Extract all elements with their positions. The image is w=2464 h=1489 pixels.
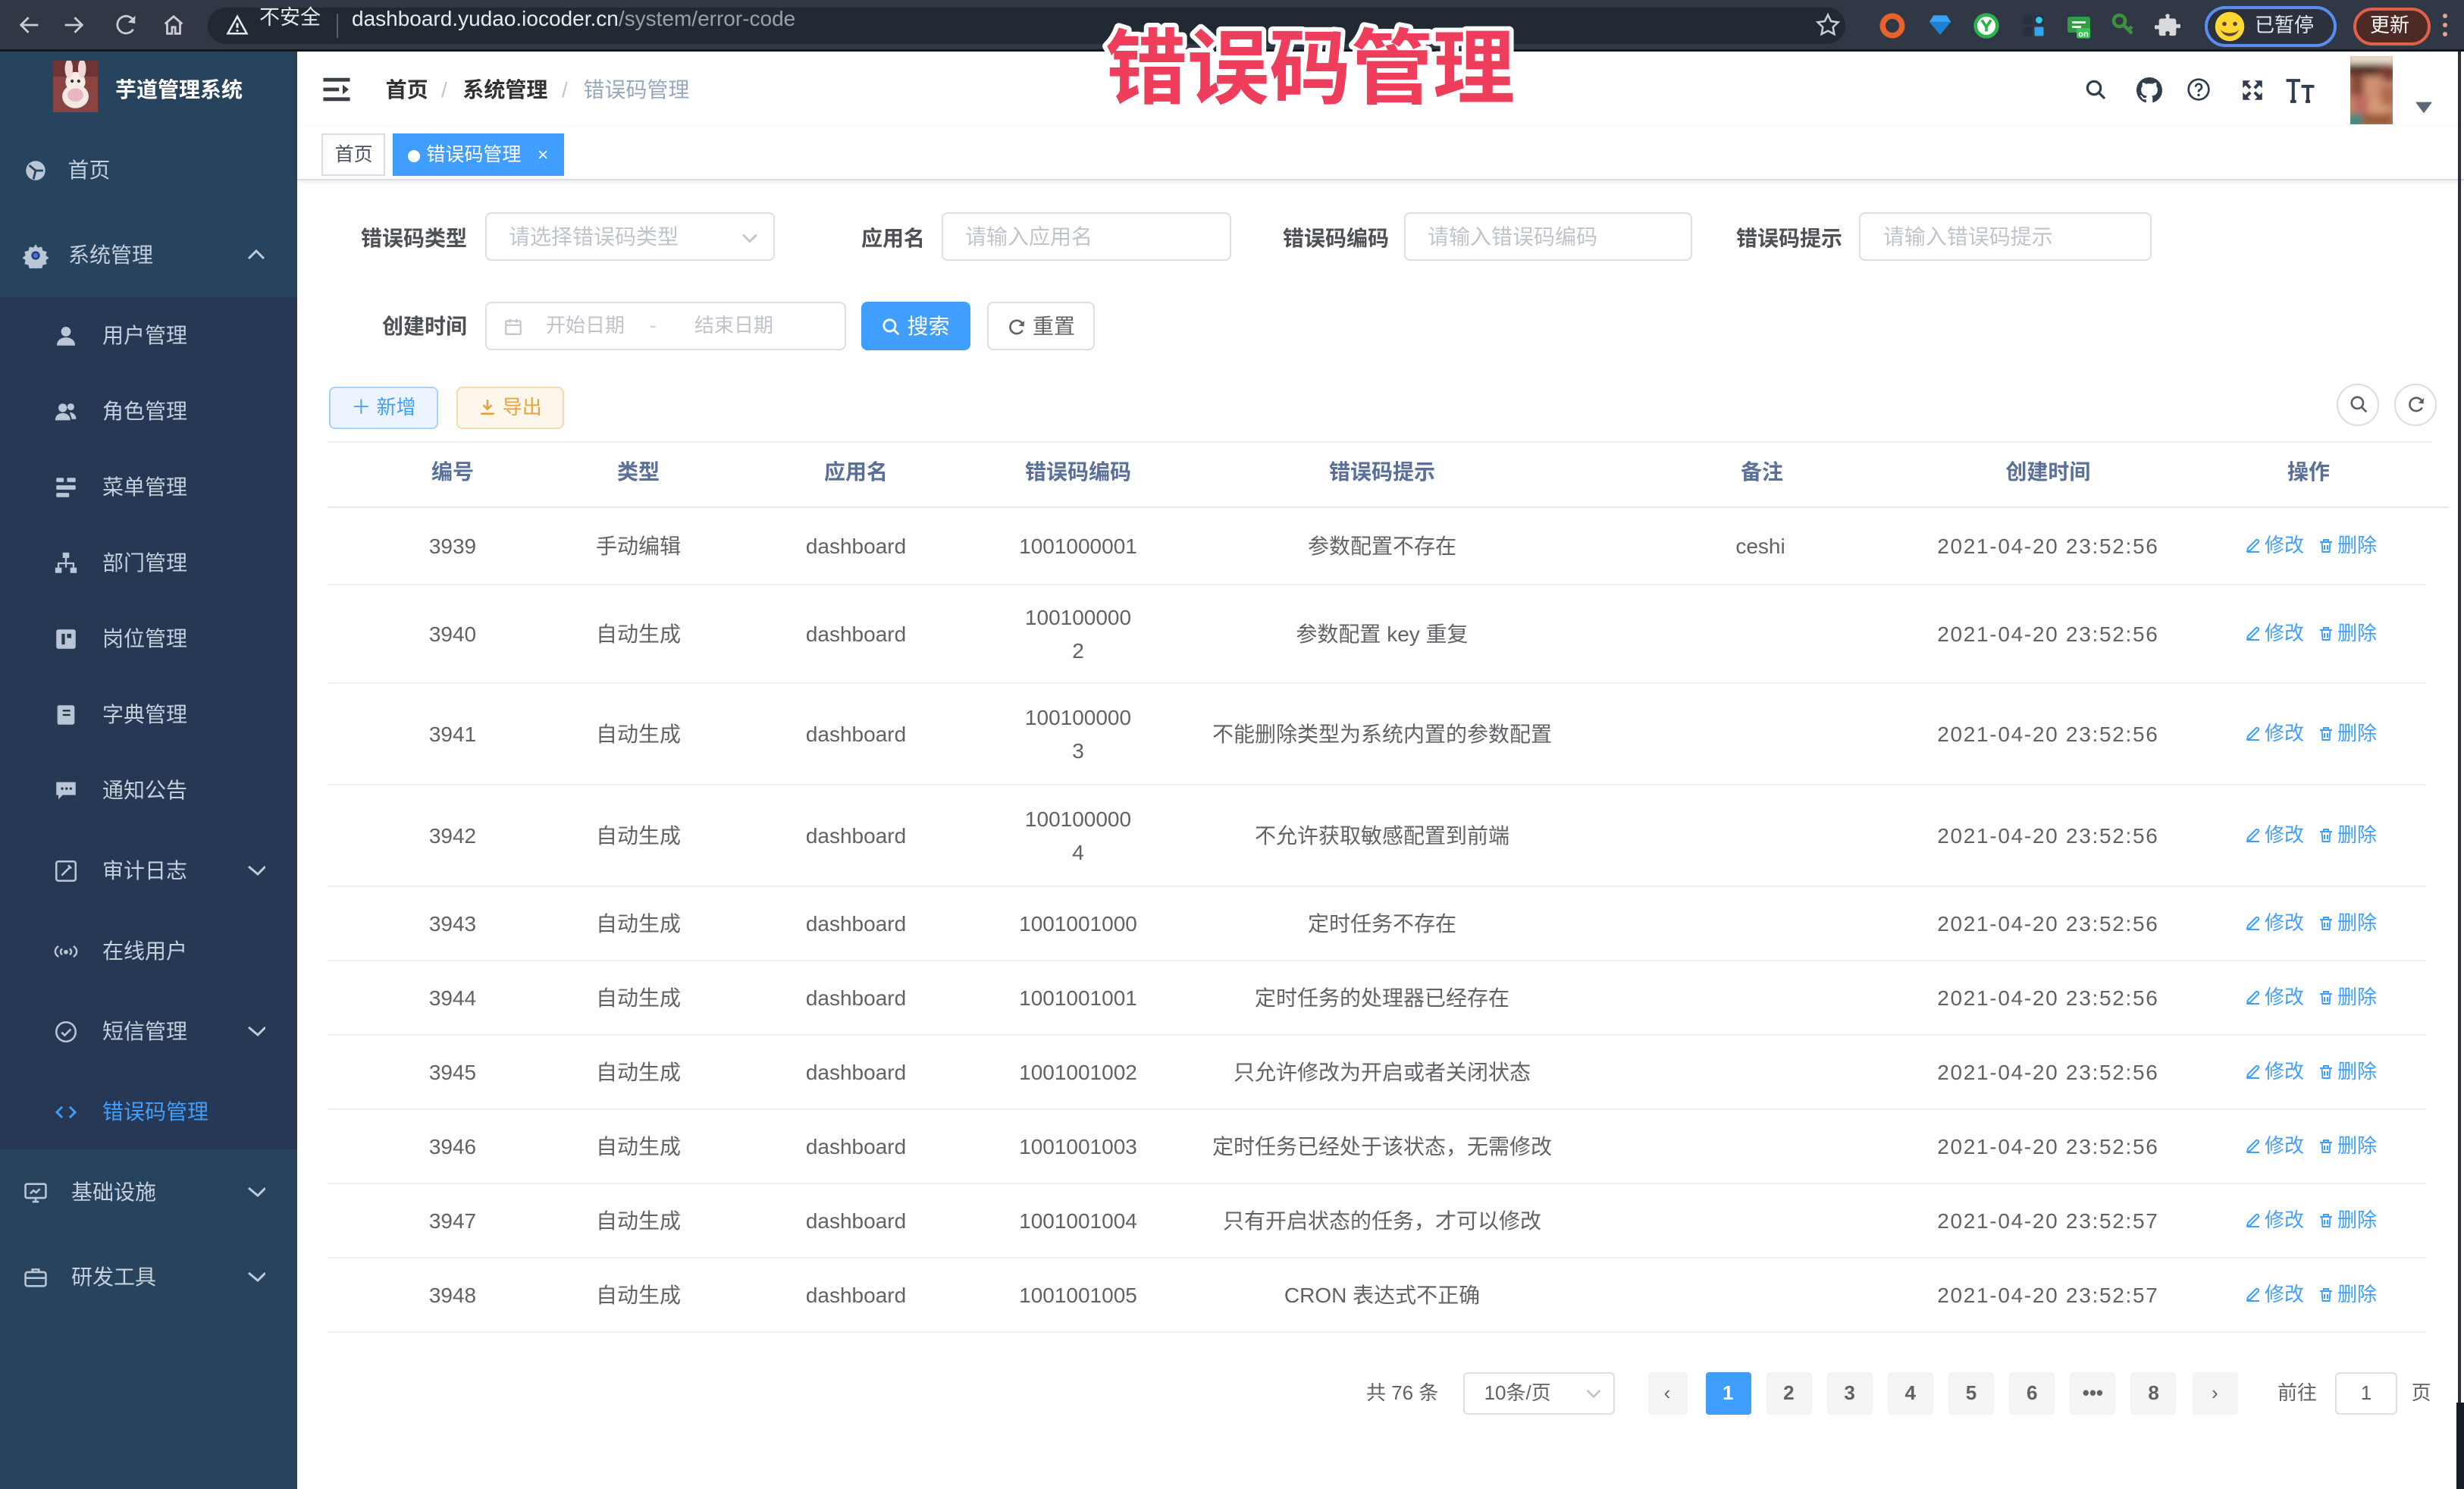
svg-text:on: on — [2078, 30, 2089, 39]
svg-text:错误码管理: 错误码管理 — [1105, 23, 1515, 114]
